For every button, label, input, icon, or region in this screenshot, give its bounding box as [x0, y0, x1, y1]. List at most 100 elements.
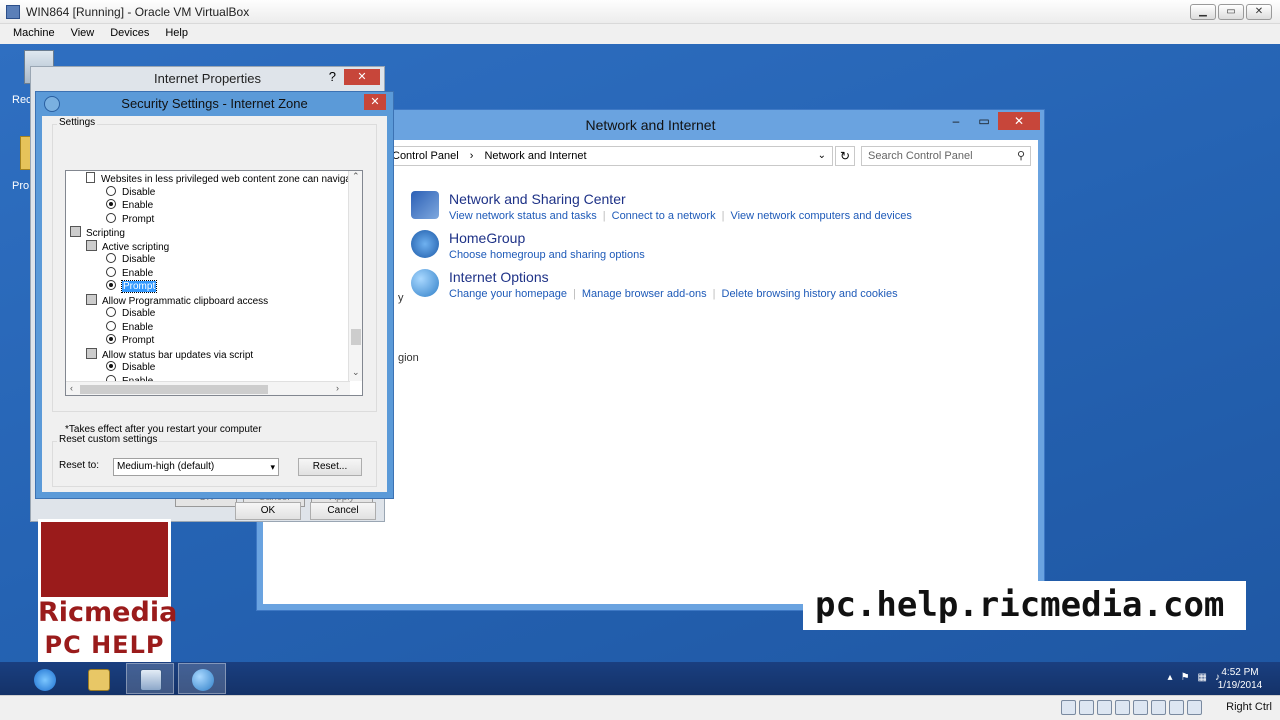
network-icon[interactable]: ▦	[1198, 672, 1207, 683]
tree-row-radio[interactable]: Enable	[106, 266, 154, 280]
tree-row-label: Scripting	[86, 228, 125, 239]
show-hidden-icons-icon[interactable]: ▴	[1168, 672, 1173, 683]
refresh-icon[interactable]: ↻	[835, 146, 855, 166]
settings-tree[interactable]: Websites in less privileged web content …	[65, 170, 363, 396]
menu-devices[interactable]: Devices	[110, 24, 149, 44]
reset-button[interactable]: Reset...	[298, 458, 362, 476]
tree-row-radio[interactable]: Enable	[106, 320, 153, 334]
tree-row-radio[interactable]: Enable	[106, 199, 153, 212]
category-title[interactable]: Network and Sharing Center	[449, 191, 912, 207]
radio-button[interactable]	[106, 199, 116, 209]
desktop-icon-label: Rec	[12, 94, 32, 106]
category-internet-options: Internet Options Change your homepage | Ma…	[411, 269, 898, 300]
usb-icon[interactable]	[1097, 700, 1112, 715]
maximize-button[interactable]: ▭	[970, 112, 998, 130]
tree-row-gear: Active scripting	[86, 239, 169, 253]
tree-row-label: Enable	[122, 267, 154, 279]
horizontal-scrollbar[interactable]: ‹ ›	[66, 381, 350, 395]
search-icon[interactable]: ⚲	[1017, 147, 1025, 165]
chevron-down-icon[interactable]: ⌄	[818, 147, 826, 165]
video-capture-icon[interactable]	[1169, 700, 1184, 715]
search-input[interactable]: Search Control Panel ⚲	[861, 146, 1031, 166]
breadcrumb-network-and-internet[interactable]: Network and Internet	[484, 150, 586, 162]
clock-date: 1/19/2014	[1217, 680, 1263, 691]
taskbar-internet-options[interactable]	[178, 663, 226, 694]
optical-drive-icon[interactable]	[1079, 700, 1094, 715]
link[interactable]: View network computers and devices	[730, 210, 911, 222]
tree-row-label: Allow Programmatic clipboard access	[102, 295, 269, 307]
scroll-down-icon[interactable]: ⌄	[352, 367, 360, 378]
internet-options-icon	[192, 669, 214, 691]
link[interactable]: View network status and tasks	[449, 210, 597, 222]
link[interactable]: Delete browsing history and cookies	[722, 288, 898, 300]
tree-row-radio[interactable]: Disable	[106, 253, 155, 266]
tree-row-radio[interactable]: Prompt	[106, 212, 155, 226]
tree-row-radio[interactable]: Disable	[106, 361, 155, 374]
internet-options-icon	[411, 269, 439, 297]
menu-view[interactable]: View	[71, 24, 95, 44]
chevron-down-icon[interactable]: ▾	[270, 459, 275, 475]
display-icon[interactable]	[1151, 700, 1166, 715]
radio-button[interactable]	[106, 212, 116, 223]
address-bar[interactable]: Control Panel › Network and Internet ⌄	[363, 146, 833, 166]
link[interactable]: Manage browser add-ons	[582, 288, 707, 300]
close-button[interactable]: ✕	[1246, 4, 1272, 20]
window-controls: – ▭ ✕	[942, 112, 1040, 130]
ricmedia-logo: Ricmedia PC HELP	[38, 519, 177, 673]
category-title[interactable]: HomeGroup	[449, 230, 645, 246]
tree-row-radio[interactable]: Prompt	[106, 280, 158, 293]
scroll-right-icon[interactable]: ›	[336, 383, 339, 393]
link[interactable]: Change your homepage	[449, 288, 567, 300]
radio-button[interactable]	[106, 185, 116, 196]
tree-row-label: Enable	[122, 200, 154, 211]
tree-row-group: Scripting	[70, 226, 125, 239]
clock[interactable]: 4:52 PM 1/19/2014	[1208, 666, 1272, 692]
scroll-left-icon[interactable]: ‹	[70, 383, 73, 393]
vbox-statusbar: Right Ctrl	[0, 695, 1280, 720]
taskbar-internet-explorer[interactable]	[20, 663, 68, 694]
radio-button[interactable]	[106, 307, 116, 317]
radio-button[interactable]	[106, 320, 116, 331]
radio-button[interactable]	[106, 266, 116, 277]
link[interactable]: Choose homegroup and sharing options	[449, 249, 645, 261]
network-adapter-icon[interactable]	[1133, 700, 1148, 715]
tree-row-radio[interactable]: Disable	[106, 185, 155, 199]
scroll-up-icon[interactable]: ⌃	[352, 171, 360, 182]
scroll-thumb[interactable]	[80, 385, 268, 394]
taskbar-file-explorer[interactable]	[74, 663, 122, 694]
minimize-button[interactable]: –	[942, 112, 970, 130]
menu-machine[interactable]: Machine	[13, 24, 55, 44]
minimize-button[interactable]: ▁	[1190, 4, 1216, 20]
tree-row-label: Prompt	[122, 213, 155, 225]
close-button[interactable]: ✕	[364, 94, 386, 110]
radio-button[interactable]	[106, 253, 116, 263]
tree-row-radio[interactable]: Disable	[106, 307, 155, 320]
vbox-titlebar: WIN864 [Running] - Oracle VM VirtualBox …	[0, 0, 1280, 24]
tree-row-label: Disable	[122, 362, 156, 373]
breadcrumb-control-panel[interactable]: Control Panel	[392, 150, 459, 162]
shared-folder-icon[interactable]	[1115, 700, 1130, 715]
help-button[interactable]: ?	[329, 69, 336, 84]
radio-button[interactable]	[106, 334, 116, 344]
cancel-button[interactable]: Cancel	[310, 502, 376, 520]
close-button[interactable]: ✕	[344, 69, 380, 85]
harddisk-icon[interactable]	[1061, 700, 1076, 715]
flag-icon[interactable]: ⚑	[1181, 672, 1190, 683]
link[interactable]: Connect to a network	[612, 210, 716, 222]
close-button[interactable]: ✕	[998, 112, 1040, 130]
radio-button[interactable]	[106, 361, 116, 371]
vertical-scrollbar[interactable]: ⌃ ⌄	[348, 171, 362, 381]
menu-help[interactable]: Help	[165, 24, 188, 44]
tree-row-radio[interactable]: Prompt	[106, 334, 154, 347]
folder-icon	[88, 669, 110, 691]
maximize-button[interactable]: ▭	[1218, 4, 1244, 20]
scroll-thumb[interactable]	[351, 329, 361, 345]
reset-level-select[interactable]: Medium-high (default) ▾	[113, 458, 279, 476]
category-title[interactable]: Internet Options	[449, 269, 898, 285]
taskbar-control-panel[interactable]	[126, 663, 174, 694]
host-key-indicator: Right Ctrl	[1226, 701, 1272, 713]
mouse-integration-icon[interactable]	[1187, 700, 1202, 715]
ok-button[interactable]: OK	[235, 502, 301, 520]
reset-group-label: Reset custom settings	[57, 434, 160, 445]
radio-button[interactable]	[106, 280, 116, 290]
